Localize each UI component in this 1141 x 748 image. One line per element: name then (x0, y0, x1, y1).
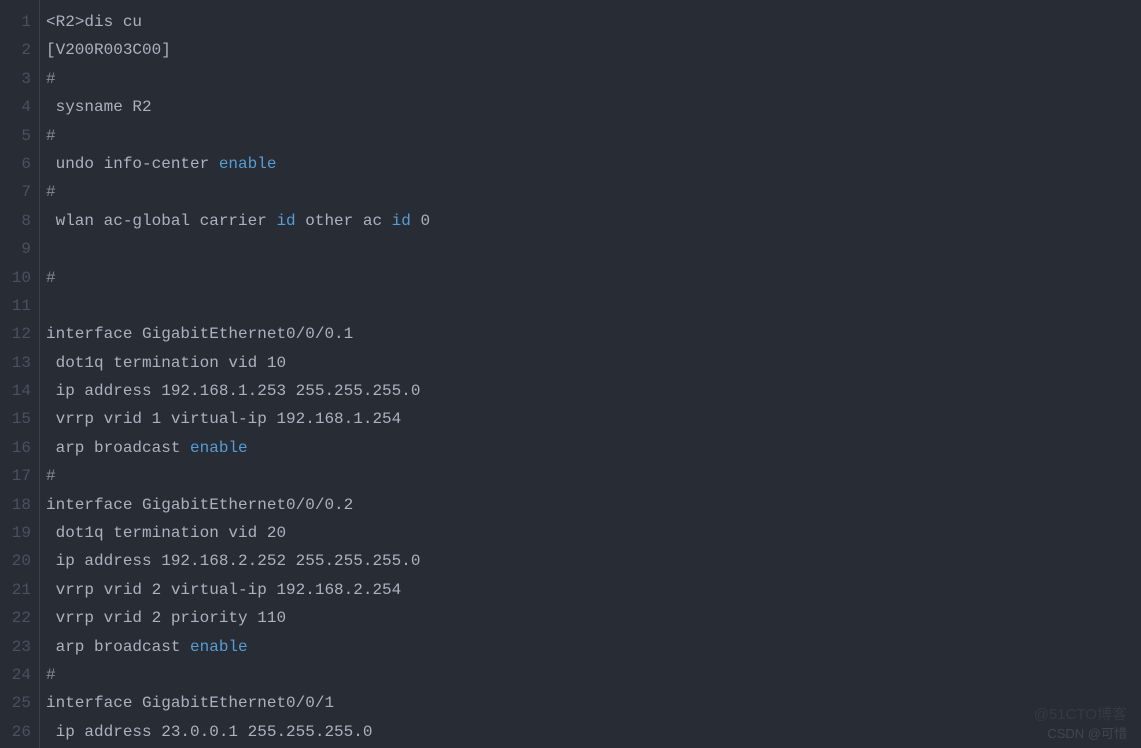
line-number: 25 (0, 689, 39, 717)
code-token: interface GigabitEthernet0/0/0.2 (46, 496, 353, 514)
line-number: 4 (0, 93, 39, 121)
line-number-gutter: 1234567891011121314151617181920212223242… (0, 0, 40, 748)
code-token: id (276, 212, 295, 230)
code-line[interactable]: ip address 192.168.1.253 255.255.255.0 (46, 377, 1141, 405)
code-line[interactable]: interface GigabitEthernet0/0/0.2 (46, 491, 1141, 519)
code-token: vrrp vrid 2 virtual-ip 192.168.2.254 (46, 581, 401, 599)
code-line[interactable]: <R2>dis cu (46, 8, 1141, 36)
code-line[interactable]: [V200R003C00] (46, 36, 1141, 64)
code-token: arp broadcast (46, 439, 190, 457)
code-line[interactable]: sysname R2 (46, 93, 1141, 121)
code-line[interactable]: ip address 192.168.2.252 255.255.255.0 (46, 547, 1141, 575)
code-line[interactable]: arp broadcast enable (46, 633, 1141, 661)
code-token: # (46, 183, 56, 201)
line-number: 11 (0, 292, 39, 320)
code-line[interactable]: vrrp vrid 1 virtual-ip 192.168.1.254 (46, 405, 1141, 433)
code-token: dis cu (84, 13, 142, 31)
line-number: 22 (0, 604, 39, 632)
code-token: vrrp vrid 1 virtual-ip 192.168.1.254 (46, 410, 401, 428)
code-token: enable (190, 439, 248, 457)
code-token (46, 297, 56, 315)
line-number: 24 (0, 661, 39, 689)
code-token (46, 240, 56, 258)
line-number: 1 (0, 8, 39, 36)
code-token: # (46, 666, 56, 684)
line-number: 14 (0, 377, 39, 405)
line-number: 16 (0, 434, 39, 462)
line-number: 13 (0, 349, 39, 377)
code-line[interactable] (46, 292, 1141, 320)
code-line[interactable]: arp broadcast enable (46, 434, 1141, 462)
line-number: 3 (0, 65, 39, 93)
code-token: ip address 23.0.0.1 255.255.255.0 (46, 723, 372, 741)
code-token: sysname R2 (46, 98, 152, 116)
code-line[interactable]: interface GigabitEthernet0/0/0.1 (46, 320, 1141, 348)
code-line[interactable]: # (46, 65, 1141, 93)
code-token: > (75, 13, 85, 31)
code-editor: 1234567891011121314151617181920212223242… (0, 0, 1141, 748)
code-token: wlan ac-global carrier (46, 212, 276, 230)
code-token: id (392, 212, 411, 230)
code-token: # (46, 269, 56, 287)
code-line[interactable]: # (46, 178, 1141, 206)
code-line[interactable]: dot1q termination vid 10 (46, 349, 1141, 377)
code-token: dot1q termination vid 10 (46, 354, 286, 372)
code-token: enable (219, 155, 277, 173)
line-number: 26 (0, 718, 39, 746)
line-number: 9 (0, 235, 39, 263)
code-token: dot1q termination vid 20 (46, 524, 286, 542)
line-number: 10 (0, 264, 39, 292)
line-number: 17 (0, 462, 39, 490)
code-token: ip address 192.168.1.253 255.255.255.0 (46, 382, 420, 400)
code-token: ip address 192.168.2.252 255.255.255.0 (46, 552, 420, 570)
line-number: 6 (0, 150, 39, 178)
code-token: # (46, 70, 56, 88)
code-token: # (46, 467, 56, 485)
line-number: 5 (0, 122, 39, 150)
code-area[interactable]: <R2>dis cu [V200R003C00] # sysname R2 # und… (40, 0, 1141, 748)
code-token: undo info-center (46, 155, 219, 173)
line-number: 21 (0, 576, 39, 604)
line-number: 20 (0, 547, 39, 575)
code-token: < (46, 13, 56, 31)
code-line[interactable]: wlan ac-global carrier id other ac id 0 (46, 207, 1141, 235)
code-line[interactable]: vrrp vrid 2 virtual-ip 192.168.2.254 (46, 576, 1141, 604)
line-number: 19 (0, 519, 39, 547)
code-token: R2 (56, 13, 75, 31)
code-token: [V200R003C00] (46, 41, 171, 59)
line-number: 23 (0, 633, 39, 661)
code-line[interactable]: # (46, 661, 1141, 689)
code-token: other ac (296, 212, 392, 230)
code-token: vrrp vrid 2 priority 110 (46, 609, 286, 627)
code-line[interactable]: vrrp vrid 2 priority 110 (46, 604, 1141, 632)
code-token: interface GigabitEthernet0/0/0.1 (46, 325, 353, 343)
code-line[interactable] (46, 235, 1141, 263)
line-number: 7 (0, 178, 39, 206)
code-token: arp broadcast (46, 638, 190, 656)
code-line[interactable]: # (46, 264, 1141, 292)
code-token: # (46, 127, 56, 145)
line-number: 15 (0, 405, 39, 433)
line-number: 8 (0, 207, 39, 235)
code-line[interactable]: # (46, 122, 1141, 150)
line-number: 12 (0, 320, 39, 348)
line-number: 18 (0, 491, 39, 519)
code-token: 0 (411, 212, 430, 230)
code-line[interactable]: ip address 23.0.0.1 255.255.255.0 (46, 718, 1141, 746)
line-number: 2 (0, 36, 39, 64)
code-token: enable (190, 638, 248, 656)
code-line[interactable]: interface GigabitEthernet0/0/1 (46, 689, 1141, 717)
code-line[interactable]: undo info-center enable (46, 150, 1141, 178)
code-line[interactable]: # (46, 462, 1141, 490)
code-line[interactable]: dot1q termination vid 20 (46, 519, 1141, 547)
code-token: interface GigabitEthernet0/0/1 (46, 694, 334, 712)
